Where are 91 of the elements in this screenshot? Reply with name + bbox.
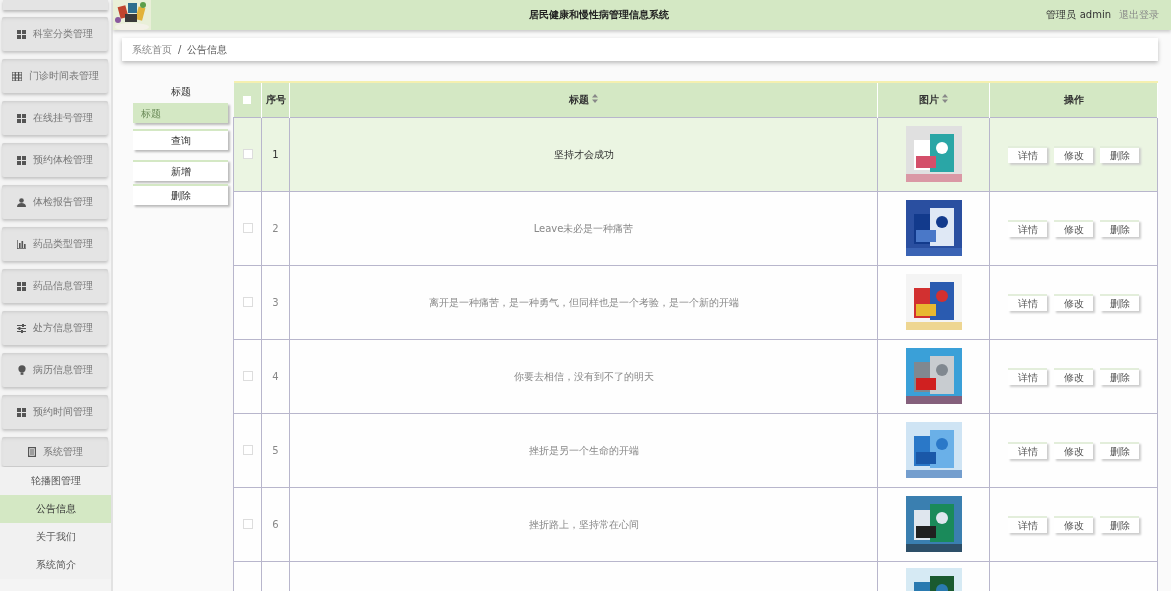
app-title: 居民健康和慢性病管理信息系统 (527, 8, 670, 22)
submenu-item[interactable]: 关于我们 (0, 523, 111, 551)
column-header: 序号 (265, 94, 286, 105)
grid-icon (17, 281, 26, 291)
row-action-button[interactable]: 详情 (1008, 516, 1047, 533)
notice-title: 你要去相信，没有到不了的明天 (513, 370, 654, 382)
row-number: 4 (272, 371, 279, 382)
grid-icon (17, 29, 26, 39)
row-action-button[interactable]: 详情 (1008, 368, 1047, 385)
menu-item[interactable]: 病历信息管理 (2, 353, 108, 387)
menu-item[interactable]: 预约体检管理 (2, 143, 108, 177)
grid-icon (17, 113, 26, 123)
checkbox[interactable] (243, 95, 252, 104)
grid-icon (17, 155, 26, 165)
user-icon (17, 197, 26, 207)
row-number: 3 (272, 297, 279, 308)
action-button[interactable]: 查询 (133, 129, 228, 150)
sliders-icon (17, 323, 26, 333)
menu-item[interactable]: 预约时间管理 (2, 395, 108, 429)
menu-item[interactable]: 处方信息管理 (2, 311, 108, 345)
menu-label: 药品类型管理 (33, 237, 93, 251)
notice-title: 挫折路上，坚持常在心间 (528, 518, 639, 530)
action-button[interactable]: 新增 (133, 160, 228, 181)
row-action-button[interactable]: 详情 (1008, 442, 1047, 459)
submenu-item[interactable]: 系统简介 (0, 551, 111, 579)
menu-label: 体检报告管理 (33, 195, 93, 209)
menu-item[interactable]: 药品类型管理 (2, 227, 108, 261)
menu-label: 门诊时间表管理 (28, 69, 99, 83)
grid-icon (17, 407, 26, 417)
row-action-button[interactable]: 删除 (1100, 516, 1139, 533)
menu-label: 预约体检管理 (33, 153, 93, 167)
checkbox[interactable] (242, 518, 253, 529)
search-field[interactable]: 标题 (133, 103, 228, 123)
sort-icon[interactable] (592, 94, 598, 103)
sort-icon[interactable] (942, 94, 948, 103)
checkbox[interactable] (242, 444, 253, 455)
row-number: 6 (272, 519, 279, 530)
menu-item[interactable]: 科室分类管理 (2, 17, 108, 51)
menu-label: 病历信息管理 (32, 363, 93, 377)
row-action-button[interactable]: 详情 (1008, 294, 1047, 311)
menu-item[interactable] (3, 0, 108, 10)
column-header[interactable]: 标题 (569, 94, 589, 105)
action-button[interactable]: 删除 (133, 184, 228, 205)
menu-label: 预约时间管理 (33, 405, 93, 419)
row-number: 5 (272, 445, 279, 456)
menu-label: 药品信息管理 (33, 279, 93, 293)
checkbox[interactable] (242, 148, 253, 159)
row-action-button[interactable]: 删除 (1100, 368, 1139, 385)
row-action-button[interactable]: 删除 (1100, 146, 1139, 163)
menu-label: 系统管理 (42, 444, 83, 459)
row-action-button[interactable]: 删除 (1100, 442, 1139, 459)
field-label: 标题 (169, 85, 192, 99)
user-name: 管理员 admin (1046, 8, 1111, 22)
table-icon (11, 71, 22, 81)
notice-title: 离开是一种痛苦，是一种勇气，但同样也是一个考验，是一个新的开端 (428, 296, 739, 308)
submenu-item[interactable]: 公告信息 (0, 495, 111, 523)
row-action-button[interactable]: 修改 (1054, 294, 1093, 311)
notice-title: 挫折是另一个生命的开端 (528, 444, 639, 456)
bar-chart-icon (17, 239, 26, 249)
breadcrumb-item: 公告信息 (187, 42, 228, 57)
menu-label: 在线挂号管理 (33, 111, 93, 125)
checkbox[interactable] (242, 222, 253, 233)
column-header: 操作 (1063, 94, 1084, 105)
column-header[interactable]: 图片 (919, 94, 939, 105)
menu-item[interactable]: 药品信息管理 (2, 269, 108, 303)
checkbox[interactable] (242, 370, 253, 381)
submenu-item[interactable]: 轮播图管理 (0, 467, 111, 495)
row-action-button[interactable]: 删除 (1100, 220, 1139, 237)
row-action-button[interactable]: 修改 (1054, 146, 1093, 163)
menu-item[interactable]: 在线挂号管理 (2, 101, 108, 135)
breadcrumb-separator: / (178, 44, 182, 55)
row-number: 1 (272, 149, 279, 160)
bulb-icon (17, 365, 26, 375)
menu-label: 科室分类管理 (33, 27, 93, 41)
document-icon (27, 446, 36, 457)
checkbox[interactable] (242, 296, 253, 307)
row-action-button[interactable]: 删除 (1100, 294, 1139, 311)
row-action-button[interactable]: 修改 (1054, 442, 1093, 459)
menu-label: 处方信息管理 (33, 321, 93, 335)
row-number: 2 (272, 223, 279, 234)
row-action-button[interactable]: 修改 (1054, 220, 1093, 237)
menu-item[interactable]: 体检报告管理 (2, 185, 108, 219)
row-action-button[interactable]: 修改 (1054, 368, 1093, 385)
breadcrumb-item[interactable]: 系统首页 (132, 42, 172, 57)
menu-item[interactable]: 系统管理 (2, 437, 108, 466)
row-action-button[interactable]: 详情 (1008, 146, 1047, 163)
notice-title: Leave未必是一种痛苦 (533, 222, 634, 234)
notice-title: 坚持才会成功 (553, 148, 614, 160)
row-action-button[interactable]: 修改 (1054, 516, 1093, 533)
menu-item[interactable]: 门诊时间表管理 (2, 59, 108, 93)
row-action-button[interactable]: 详情 (1008, 220, 1047, 237)
